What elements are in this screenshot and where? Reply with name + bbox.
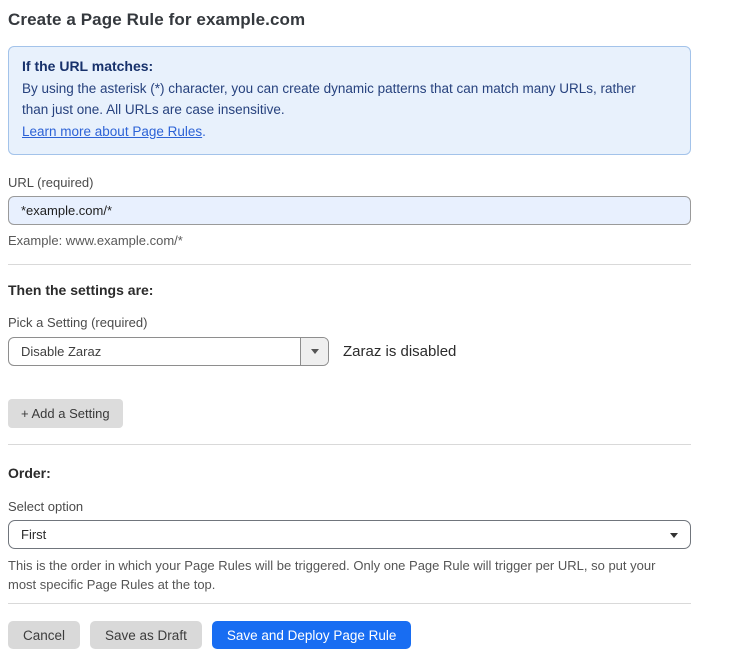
link-period: . <box>202 124 206 139</box>
info-link-row: Learn more about Page Rules. <box>22 121 676 142</box>
cancel-button[interactable]: Cancel <box>8 621 80 649</box>
learn-more-link[interactable]: Learn more about Page Rules <box>22 124 202 139</box>
chevron-down-icon <box>670 533 678 538</box>
setting-status-text: Zaraz is disabled <box>343 343 456 360</box>
info-box-heading: If the URL matches: <box>22 58 676 74</box>
save-and-deploy-button[interactable]: Save and Deploy Page Rule <box>212 621 412 649</box>
setting-select-value: Disable Zaraz <box>9 338 300 365</box>
setting-row: Disable Zaraz Zaraz is disabled <box>8 337 691 366</box>
divider <box>8 603 691 604</box>
order-select[interactable]: First <box>8 520 691 549</box>
order-select-value: First <box>21 527 46 542</box>
settings-section-heading: Then the settings are: <box>8 282 691 298</box>
setting-picker-label: Pick a Setting (required) <box>8 315 691 330</box>
url-field-label: URL (required) <box>8 175 691 190</box>
page-rule-form: Create a Page Rule for example.com If th… <box>8 0 691 649</box>
divider <box>8 264 691 265</box>
setting-select-arrow-button[interactable] <box>300 338 328 365</box>
url-input[interactable] <box>8 196 691 225</box>
url-example-text: Example: www.example.com/* <box>8 233 691 248</box>
url-match-info-box: If the URL matches: By using the asteris… <box>8 46 691 155</box>
divider <box>8 444 691 445</box>
page-title: Create a Page Rule for example.com <box>8 10 691 30</box>
form-actions: Cancel Save as Draft Save and Deploy Pag… <box>8 621 691 649</box>
save-as-draft-button[interactable]: Save as Draft <box>90 621 202 649</box>
setting-select[interactable]: Disable Zaraz <box>8 337 329 366</box>
info-box-body: By using the asterisk (*) character, you… <box>22 78 662 120</box>
chevron-down-icon <box>311 349 319 354</box>
order-section-heading: Order: <box>8 465 691 481</box>
order-select-label: Select option <box>8 499 691 514</box>
add-setting-button[interactable]: + Add a Setting <box>8 399 123 428</box>
order-help-text: This is the order in which your Page Rul… <box>8 556 683 594</box>
